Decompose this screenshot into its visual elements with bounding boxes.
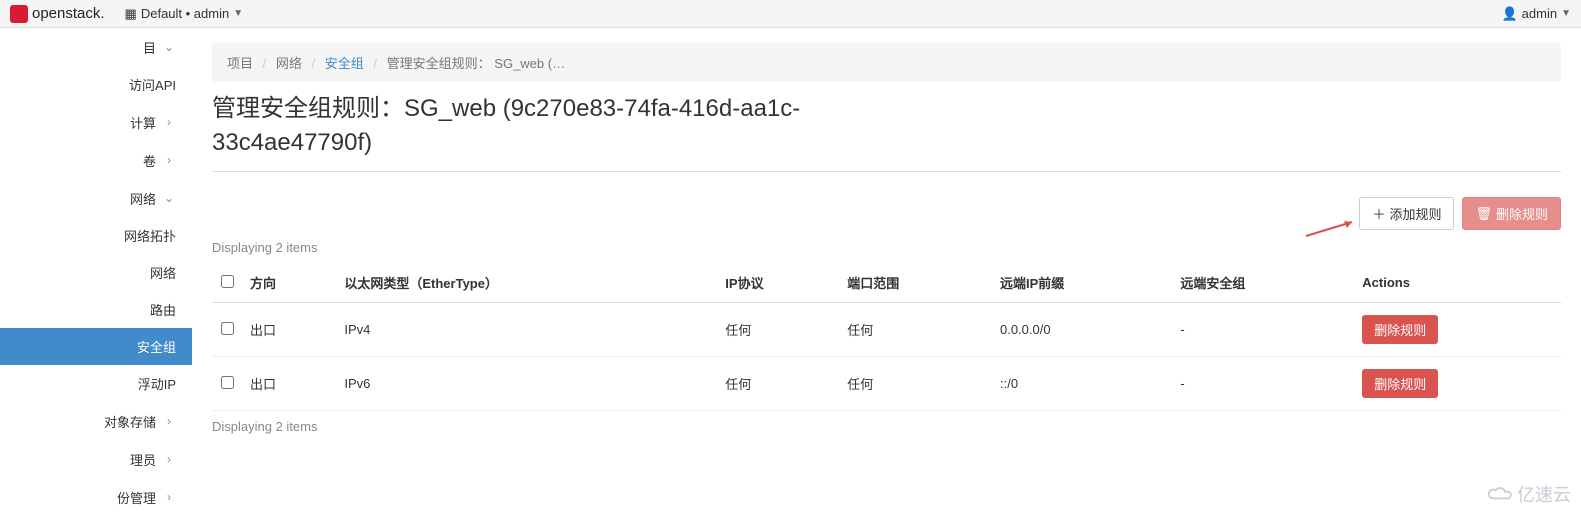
cell-protocol: 任何 [717, 357, 839, 411]
col-direction: 方向 [242, 263, 336, 303]
sidebar-item-api[interactable]: 访问API [0, 66, 192, 103]
displaying-count-bottom: Displaying 2 items [212, 419, 1561, 434]
row-delete-button[interactable]: 删除规则 [1362, 315, 1438, 344]
breadcrumb: 项目 / 网络 / 安全组 / 管理安全组规则： SG_web (… [212, 43, 1561, 82]
sidebar-item-floating-ip[interactable]: 浮动IP [0, 365, 192, 402]
cloud-icon [1487, 485, 1513, 503]
chevron-down-icon: ⌄ [164, 40, 174, 54]
domain-dropdown[interactable]: ▦ Default • admin ▼ [125, 6, 244, 22]
toolbar: ＋ 添加规则 🗑 删除规则 [212, 197, 1561, 230]
breadcrumb-current: 管理安全组规则： SG_web (… [387, 56, 565, 71]
sidebar-item-routers[interactable]: 路由 [0, 291, 192, 328]
row-checkbox[interactable] [221, 376, 234, 389]
sidebar-item-admin[interactable]: 理员› [0, 440, 192, 478]
page-title: 管理安全组规则：SG_web (9c270e83-74fa-416d-aa1c-… [212, 92, 932, 159]
col-ethertype: 以太网类型（EtherType） [336, 263, 717, 303]
col-remote-sg: 远端安全组 [1172, 263, 1354, 303]
trash-icon: 🗑 [1475, 206, 1492, 222]
logo[interactable]: openstack. [10, 5, 105, 23]
cell-direction: 出口 [242, 303, 336, 357]
sidebar-item-identity[interactable]: 份管理› [0, 478, 192, 516]
sidebar-item-networks[interactable]: 网络 [0, 254, 192, 291]
sidebar-item-object-store[interactable]: 对象存储› [0, 402, 192, 440]
rules-table: 方向 以太网类型（EtherType） IP协议 端口范围 远端IP前缀 远端安… [212, 263, 1561, 411]
add-rule-button[interactable]: ＋ 添加规则 [1359, 197, 1454, 230]
breadcrumb-secgroups[interactable]: 安全组 [325, 56, 364, 71]
cell-ethertype: IPv6 [336, 357, 717, 411]
divider [212, 171, 1561, 172]
col-actions: Actions [1354, 263, 1561, 303]
user-icon: 👤 [1501, 6, 1517, 22]
cell-direction: 出口 [242, 357, 336, 411]
cell-port-range: 任何 [839, 357, 992, 411]
col-protocol: IP协议 [717, 263, 839, 303]
chevron-down-icon: ▼ [1561, 8, 1571, 19]
cell-remote-sg: - [1172, 303, 1354, 357]
row-checkbox[interactable] [221, 322, 234, 335]
user-label: admin [1522, 6, 1557, 21]
chevron-right-icon: › [164, 153, 174, 167]
breadcrumb-project[interactable]: 项目 [227, 56, 253, 71]
sidebar-item-topology[interactable]: 网络拓扑 [0, 217, 192, 254]
chevron-right-icon: › [164, 414, 174, 428]
openstack-logo-icon [10, 5, 28, 23]
domain-label: Default • admin [141, 6, 229, 21]
cell-protocol: 任何 [717, 303, 839, 357]
topbar: openstack. ▦ Default • admin ▼ 👤 admin ▼ [0, 0, 1581, 28]
cell-remote-sg: - [1172, 357, 1354, 411]
user-dropdown[interactable]: 👤 admin ▼ [1501, 6, 1571, 22]
chevron-down-icon: ▼ [233, 8, 243, 19]
annotation-arrow-icon [1304, 218, 1359, 238]
plus-icon: ＋ [1372, 204, 1385, 223]
cell-remote-ip: ::/0 [992, 357, 1172, 411]
main-content: 项目 / 网络 / 安全组 / 管理安全组规则： SG_web (… 管理安全组… [192, 28, 1581, 516]
select-all-checkbox[interactable] [221, 275, 234, 288]
displaying-count-top: Displaying 2 items [212, 240, 1561, 255]
chevron-right-icon: › [164, 452, 174, 466]
table-row: 出口 IPv6 任何 任何 ::/0 - 删除规则 [212, 357, 1561, 411]
table-row: 出口 IPv4 任何 任何 0.0.0.0/0 - 删除规则 [212, 303, 1561, 357]
chevron-right-icon: › [164, 490, 174, 504]
col-remote-ip: 远端IP前缀 [992, 263, 1172, 303]
row-delete-button[interactable]: 删除规则 [1362, 369, 1438, 398]
cell-remote-ip: 0.0.0.0/0 [992, 303, 1172, 357]
cell-ethertype: IPv4 [336, 303, 717, 357]
sidebar-item-security-groups[interactable]: 安全组 [0, 328, 192, 365]
logo-text: openstack. [32, 5, 105, 22]
grid-icon: ▦ [125, 6, 137, 22]
sidebar-item-compute[interactable]: 计算› [0, 103, 192, 141]
sidebar-item-project[interactable]: 目⌄ [0, 28, 192, 66]
watermark: 亿速云 [1487, 481, 1571, 507]
sidebar-item-volumes[interactable]: 卷› [0, 141, 192, 179]
sidebar-item-network[interactable]: 网络⌄ [0, 179, 192, 217]
delete-rule-button[interactable]: 🗑 删除规则 [1462, 197, 1561, 230]
cell-port-range: 任何 [839, 303, 992, 357]
col-port-range: 端口范围 [839, 263, 992, 303]
chevron-down-icon: ⌄ [164, 191, 174, 205]
table-header-row: 方向 以太网类型（EtherType） IP协议 端口范围 远端IP前缀 远端安… [212, 263, 1561, 303]
sidebar: 目⌄ 访问API 计算› 卷› 网络⌄ 网络拓扑 网络 路由 安全组 浮动IP … [0, 28, 192, 516]
breadcrumb-network[interactable]: 网络 [276, 56, 302, 71]
chevron-right-icon: › [164, 115, 174, 129]
